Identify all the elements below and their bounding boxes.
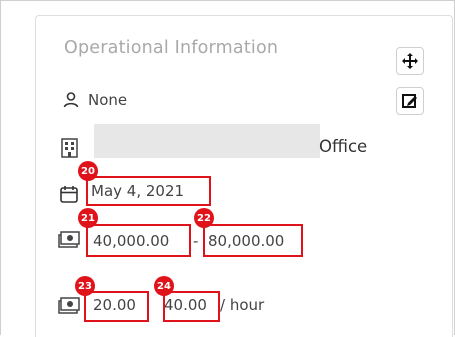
rate-unit: / hour [220, 296, 265, 314]
calendar-icon [60, 186, 78, 203]
edit-pencil-icon [402, 94, 417, 108]
marker-box-rate-min [84, 291, 149, 322]
coins-icon [58, 297, 80, 314]
person-icon [63, 92, 79, 108]
move-button[interactable] [396, 47, 424, 75]
marker-badge-date: 20 [78, 161, 98, 181]
marker-badge-salary-min: 21 [78, 208, 98, 228]
salary-separator: - [193, 232, 199, 250]
move-arrows-icon [402, 53, 418, 69]
marker-badge-salary-max: 22 [194, 208, 214, 228]
marker-box-salary-min [86, 224, 191, 257]
building-icon [61, 138, 78, 158]
marker-badge-rate-max: 24 [154, 276, 174, 296]
edit-button[interactable] [396, 87, 424, 115]
redacted-text [94, 124, 320, 158]
owner-value: None [88, 91, 128, 109]
office-label: Office [319, 137, 368, 156]
marker-box-salary-max [203, 224, 303, 257]
marker-badge-rate-min: 23 [75, 276, 95, 296]
marker-box-date [86, 176, 211, 206]
marker-box-rate-max [163, 291, 220, 322]
owner-row: None [62, 91, 127, 109]
money-icon [58, 231, 80, 248]
section-title: Operational Information [64, 38, 279, 58]
